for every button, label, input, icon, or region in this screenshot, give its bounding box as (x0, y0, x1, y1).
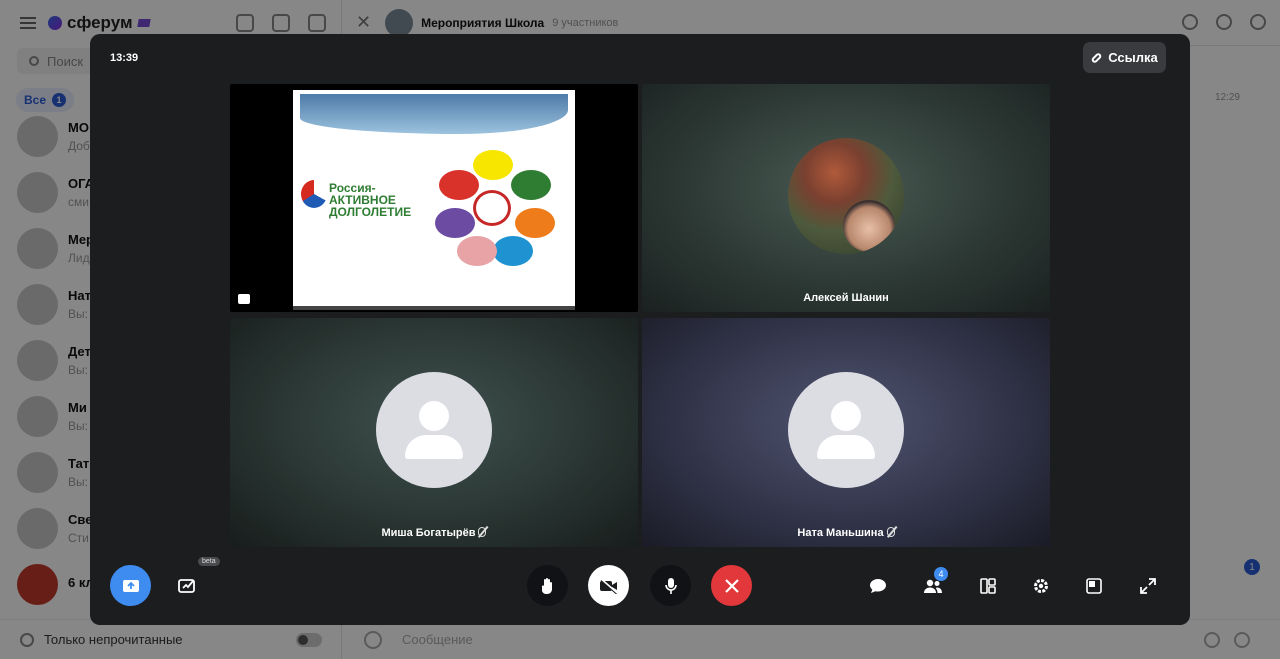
avatar (376, 372, 492, 488)
mic-muted-icon (478, 527, 487, 537)
avatar-photo-detail (843, 200, 895, 252)
flag-icon (301, 180, 327, 208)
petal (435, 208, 475, 238)
person-icon-body (405, 435, 463, 459)
hand-icon (541, 577, 552, 594)
brand-line-3: ДОЛГОЛЕТИЕ (329, 205, 412, 219)
call-toolbar: beta 4 (90, 557, 1190, 609)
flower-core (473, 190, 511, 226)
call-time: 13:39 (110, 52, 139, 64)
screen-share-button[interactable] (110, 565, 151, 606)
end-call-button[interactable] (711, 565, 752, 606)
chat-bubble-icon (870, 579, 886, 593)
participant-name-row: Миша Богатырёв (230, 527, 638, 539)
grid-layout-icon (980, 578, 996, 594)
participant-name: Ната Маньшина (797, 527, 884, 539)
participant-tile-self[interactable]: Россия- АКТИВНОЕ ДОЛГОЛЕТИЕ Вы (230, 84, 638, 312)
avatar (788, 372, 904, 488)
camera-toggle-button[interactable] (588, 565, 629, 606)
participant-name: Вы (425, 292, 443, 304)
participants-button[interactable]: 4 (920, 567, 948, 599)
petal (439, 170, 479, 200)
copy-link-button[interactable]: Ссылка (1083, 42, 1166, 73)
microphone-icon (664, 577, 677, 594)
microphone-toggle-button[interactable] (650, 565, 691, 606)
settings-button[interactable] (1028, 573, 1054, 599)
video-call-window: 13:39 Ссылка Россия- АКТИВНОЕ ДОЛГОЛЕТИЕ (90, 34, 1190, 625)
link-icon (1090, 51, 1103, 64)
participant-name: Миша Богатырёв (381, 527, 476, 539)
shared-screen: Россия- АКТИВНОЕ ДОЛГОЛЕТИЕ (293, 90, 575, 306)
link-button-label: Ссылка (1108, 50, 1158, 65)
raise-hand-button[interactable] (527, 565, 568, 606)
participant-name-row: Ната Маньшина (642, 527, 1050, 539)
expand-icon (1140, 578, 1156, 594)
slide-header-wave (300, 94, 568, 134)
layout-button[interactable] (975, 573, 1001, 599)
mic-muted-icon (886, 527, 895, 537)
camera-off-icon (599, 577, 618, 594)
participant-tile[interactable]: Миша Богатырёв (230, 318, 638, 547)
participant-tile[interactable]: Ната Маньшина (642, 318, 1050, 547)
gear-icon (1034, 579, 1048, 593)
slide-flower-diagram (433, 148, 555, 268)
screen-share-bar (293, 306, 575, 310)
whiteboard-button[interactable] (175, 573, 201, 599)
picture-in-picture-icon (1086, 578, 1102, 594)
close-icon (724, 578, 739, 593)
person-icon-body (817, 435, 875, 459)
participant-tile[interactable]: Алексей Шанин (642, 84, 1050, 312)
chat-button[interactable] (865, 573, 891, 599)
person-icon (419, 401, 449, 431)
fullscreen-button[interactable] (1135, 573, 1161, 599)
petal (493, 236, 533, 266)
minimize-window-button[interactable] (1081, 573, 1107, 599)
participants-count-badge: 4 (934, 567, 948, 581)
avatar (788, 138, 904, 254)
petal (473, 150, 513, 180)
petal (457, 236, 497, 266)
participant-name: Алексей Шанин (803, 292, 889, 304)
whiteboard-icon (178, 579, 195, 593)
person-icon (831, 401, 861, 431)
petal (515, 208, 555, 238)
petal (511, 170, 551, 200)
beta-badge: beta (198, 557, 220, 566)
upload-icon (122, 579, 139, 592)
